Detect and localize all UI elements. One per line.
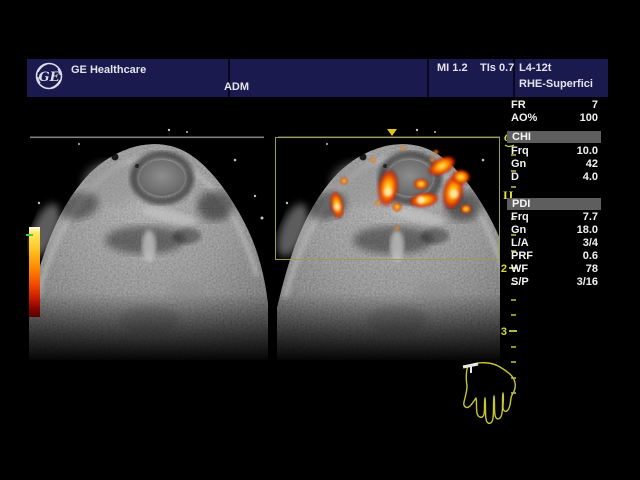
probe-label[interactable]: L4-12t [519,62,551,74]
depth-label-3: 3 [501,326,507,338]
doppler-image-right [271,129,519,360]
body-marker-hand-icon[interactable] [463,363,515,424]
chi-depth-row: D4.0 [511,171,598,184]
probe-position-icon [463,364,478,373]
frame-rate-row: FR7 [511,99,598,112]
pdi-section-header: PDI [507,198,601,210]
svg-text:GE: GE [38,70,60,85]
header-bar: GE GE Healthcare ADM MI 1.2 TIs 0.7 L4-1… [27,59,608,97]
doppler-colorbar [29,227,40,317]
preset-label[interactable]: RHE-Superfici [519,78,593,90]
depth-label-2: 2 [501,263,507,275]
pdi-sp-row: S/P3/16 [511,276,598,289]
tis-readout: TIs 0.7 [480,62,514,74]
chi-frq-row: Frq10.0 [511,145,598,158]
acoustic-output-row: AO%100 [511,112,598,125]
exam-category-label: ADM [157,81,249,93]
pdi-prf-row: PRF0.6 [511,250,598,263]
pdi-wf-row: WF78 [511,263,598,276]
colorbar-baseline-tick [26,234,33,236]
ge-logo-icon: GE [34,61,64,91]
pdi-gain-row: Gn18.0 [511,224,598,237]
chi-section-header: CHI [507,131,601,143]
header-divider [427,59,429,97]
chi-gain-row: Gn42 [511,158,598,171]
steer-triangle-marker [387,129,397,136]
mi-readout: MI 1.2 [437,62,468,74]
ultrasound-display: 2 3 GE II GE GE Healthcare ADM MI 1 [0,0,640,480]
pdi-frq-row: Frq7.7 [511,211,598,224]
brand-text: GE Healthcare [71,64,146,76]
pdi-la-row: L/A3/4 [511,237,598,250]
bmode-image-left [23,129,271,360]
